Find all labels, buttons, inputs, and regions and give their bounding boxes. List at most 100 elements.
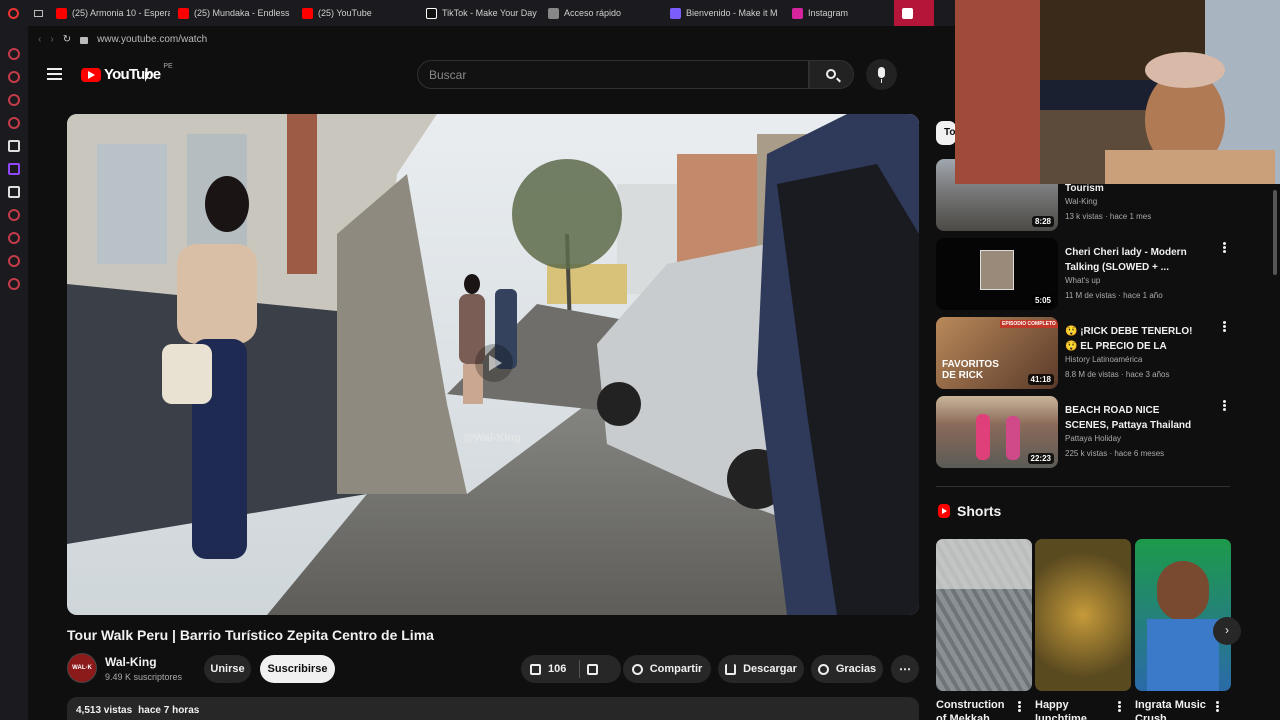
tab-overview-icon[interactable] [28,0,48,26]
short-thumbnail[interactable] [1135,539,1231,691]
short-thumbnail[interactable] [1035,539,1131,691]
like-count[interactable]: 106 [548,663,566,675]
address-bar: ‹ › ↻ www.youtube.com/watch [28,26,956,52]
player-icon[interactable] [8,117,20,129]
url-text[interactable]: www.youtube.com/watch [97,34,207,45]
browser-tab-3[interactable]: (25) YouTube [294,0,418,26]
logo-text: YouTube [104,66,161,83]
aria-icon[interactable] [8,140,20,152]
search-input[interactable]: Buscar [417,60,809,89]
more-icon[interactable] [1223,404,1226,407]
share-label: Compartir [649,663,703,675]
browser-tab-7[interactable]: Instagram [784,0,894,26]
browser-tab-label: Bienvenido - Make it M [686,8,778,18]
recommendation-title[interactable]: Cheri Cheri lady - Modern Talking (SLOWE… [1065,245,1205,275]
record-icon[interactable] [8,209,20,221]
download-label: Descargar [743,663,797,675]
channel-avatar[interactable]: WAL·K [67,653,97,683]
recommendation-title[interactable]: 😲 ¡RICK DEBE TENERLO! 😲 EL PRECIO DE LA … [1065,324,1205,354]
browser-tab-label: Acceso rápido [564,8,622,18]
subscriber-count: 9.49 K suscriptores [105,672,183,682]
browser-tab-1[interactable]: (25) Armonia 10 - Espera [48,0,170,26]
opera-menu-icon[interactable] [0,0,28,26]
search-icon [826,69,836,79]
video-thumbnail[interactable]: 5:05 [936,238,1058,310]
more-icon[interactable] [1018,705,1021,708]
browser-tab-4[interactable]: TikTok - Make Your Day [418,0,540,26]
more-icon[interactable] [1223,325,1226,328]
recommendation-channel[interactable]: What's up [1065,276,1100,285]
grid-icon [548,7,559,19]
recommendation-channel[interactable]: History Latinoamérica [1065,355,1142,364]
search-button[interactable] [809,60,854,89]
subscribe-button[interactable]: Suscribirse [260,655,335,683]
recommendation-channel[interactable]: Pattaya Holiday [1065,434,1121,443]
recommendation-item[interactable]: 22:23 BEACH ROAD NICE SCENES, Pattaya Th… [936,396,1230,468]
browser-tab-label: TikTok - Make Your Day [442,8,537,18]
join-button[interactable]: Unirse [204,655,251,683]
share-button[interactable]: Compartir [623,655,711,683]
clock-icon[interactable] [8,232,20,244]
voice-search-icon[interactable] [866,59,897,90]
like-icon[interactable] [530,663,541,675]
browser-tab-active[interactable] [894,0,934,26]
sky-image [936,539,1032,589]
play-overlay-icon[interactable] [475,344,513,382]
bookmark-icon[interactable] [8,255,20,267]
twitch-icon[interactable] [8,163,20,175]
description-box[interactable]: 4,513 vistas hace 7 horas [67,697,919,720]
history-icon[interactable] [8,48,20,60]
shorts-logo-icon [938,504,950,518]
youtube-icon [56,7,67,19]
short-title[interactable]: Happy lunchtime [1035,698,1115,720]
short-title[interactable]: Construction of Mekkah [936,698,1016,720]
country-code: PE [163,63,173,70]
dislike-icon[interactable] [587,663,599,675]
thanks-icon [817,663,829,675]
browser-tab-6[interactable]: Bienvenido - Make it M [662,0,784,26]
x-icon[interactable] [8,186,20,198]
person-image [976,414,990,460]
more-icon[interactable] [1216,705,1219,708]
duration-badge: 5:05 [1031,295,1054,306]
back-icon[interactable]: ‹ [38,34,41,45]
short-title[interactable]: Ingrata Music Crush [1135,698,1215,720]
recommendation-channel[interactable]: Wal-King [1065,197,1097,206]
tiktok-icon [426,7,437,19]
bag-icon[interactable] [8,71,20,83]
forward-icon[interactable]: › [50,34,53,45]
more-actions-button[interactable]: ⋯ [891,655,919,683]
settings-icon[interactable] [8,278,20,290]
recommendation-title[interactable]: BEACH ROAD NICE SCENES, Pattaya Thailand [1065,403,1205,433]
youtube-icon [302,7,313,19]
thanks-button[interactable]: Gracias [811,655,883,683]
shorts-heading: Shorts [938,503,1001,519]
webcam-image [955,0,1280,184]
browser-tab-2[interactable]: (25) Mundaka - Endless [170,0,294,26]
download-button[interactable]: Descargar [718,655,804,683]
more-icon[interactable] [1223,246,1226,249]
recommendation-item[interactable]: 5:05 Cheri Cheri lady - Modern Talking (… [936,238,1230,310]
more-icon[interactable] [1118,705,1121,708]
scrollbar[interactable] [1273,190,1277,275]
audio-icon [902,7,913,19]
filter-chip[interactable]: To [936,121,956,145]
video-thumbnail[interactable]: EPISODIO COMPLETO FAVORITOS DE RICK 41:1… [936,317,1058,389]
video-thumbnail[interactable]: 22:23 [936,396,1058,468]
short-thumbnail[interactable] [936,539,1032,691]
upload-age: hace 7 horas [138,705,200,716]
messenger-icon[interactable] [8,94,20,106]
recommendation-item[interactable]: EPISODIO COMPLETO FAVORITOS DE RICK 41:1… [936,317,1230,389]
browser-tab-5[interactable]: Acceso rápido [540,0,662,26]
youtube-play-icon [81,67,101,82]
shorts-next-button[interactable]: › [1213,617,1241,645]
menu-icon[interactable] [47,68,62,80]
channel-name[interactable]: Wal-King [105,655,157,669]
view-count: 4,513 vistas [76,705,133,716]
recommendation-meta: 13 k vistas · hace 1 mes [1065,212,1152,221]
video-player[interactable]: @Wal-King [67,114,919,615]
reload-icon[interactable]: ↻ [63,34,71,45]
portrait-image [980,250,1014,290]
mouse-cursor-icon [145,72,150,82]
youtube-logo[interactable]: YouTube PE [81,63,173,83]
